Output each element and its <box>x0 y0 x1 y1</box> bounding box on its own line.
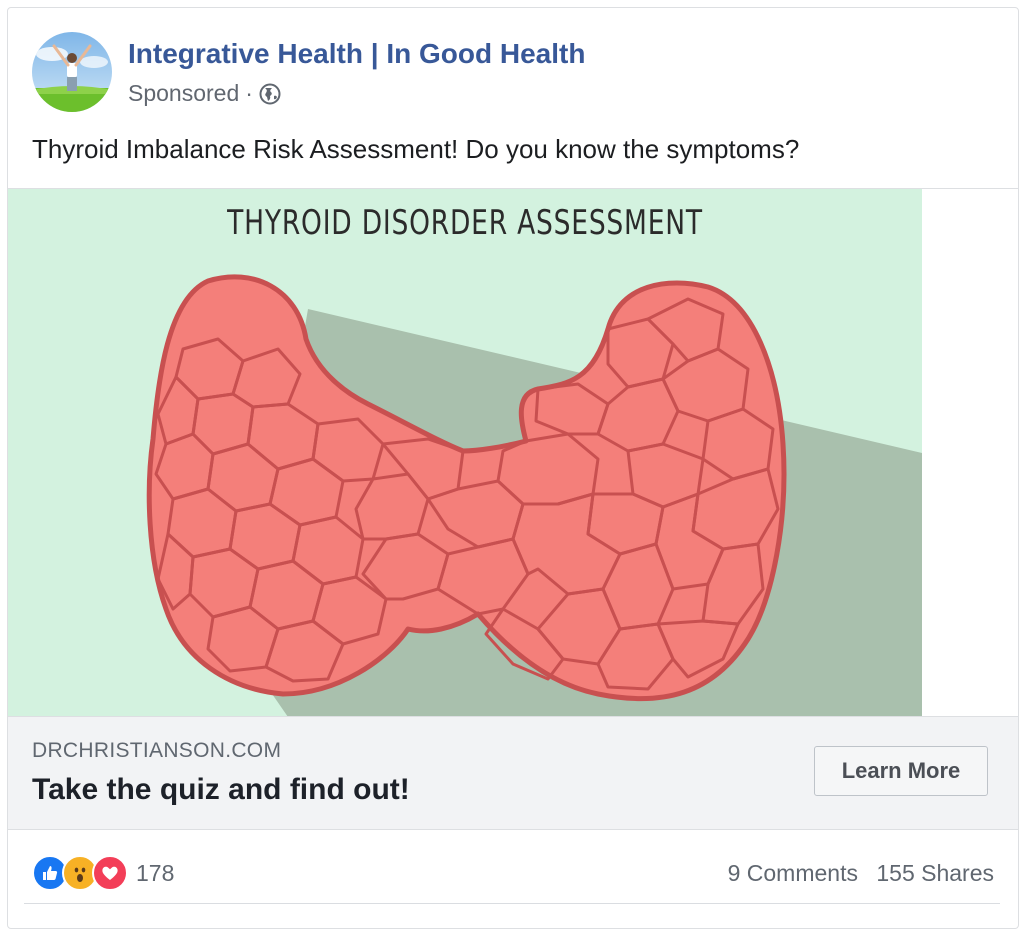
link-headline[interactable]: Take the quiz and find out! <box>32 773 410 807</box>
sponsored-post-card: Integrative Health | In Good Health Spon… <box>7 7 1019 929</box>
reactions-summary[interactable]: 178 <box>32 855 174 891</box>
ad-media[interactable]: Thyroid Disorder Assessment <box>8 188 1018 717</box>
post-meta: Sponsored · <box>128 80 281 107</box>
love-icon <box>92 855 128 891</box>
footer-divider <box>24 903 1000 904</box>
link-domain: DRCHRISTIANSON.COM <box>32 739 282 762</box>
link-preview[interactable]: DRCHRISTIANSON.COM Take the quiz and fin… <box>8 716 1018 830</box>
sponsored-label[interactable]: Sponsored <box>128 80 239 107</box>
globe-icon[interactable] <box>259 83 281 105</box>
thyroid-illustration <box>8 189 922 717</box>
avatar-image <box>32 32 112 112</box>
reaction-count[interactable]: 178 <box>136 860 174 887</box>
post-stats: 9 Comments 155 Shares <box>716 860 994 887</box>
learn-more-button[interactable]: Learn More <box>814 746 988 796</box>
page-avatar[interactable] <box>32 32 112 112</box>
page-name-link[interactable]: Integrative Health | In Good Health <box>128 38 585 70</box>
engagement-bar: 178 9 Comments 155 Shares <box>8 830 1018 910</box>
meta-separator: · <box>245 80 253 106</box>
illustration-title: Thyroid Disorder Assessment <box>227 203 703 243</box>
comments-count-link[interactable]: 9 Comments <box>728 860 858 886</box>
shares-count-link[interactable]: 155 Shares <box>876 860 994 886</box>
post-text: Thyroid Imbalance Risk Assessment! Do yo… <box>32 134 800 164</box>
